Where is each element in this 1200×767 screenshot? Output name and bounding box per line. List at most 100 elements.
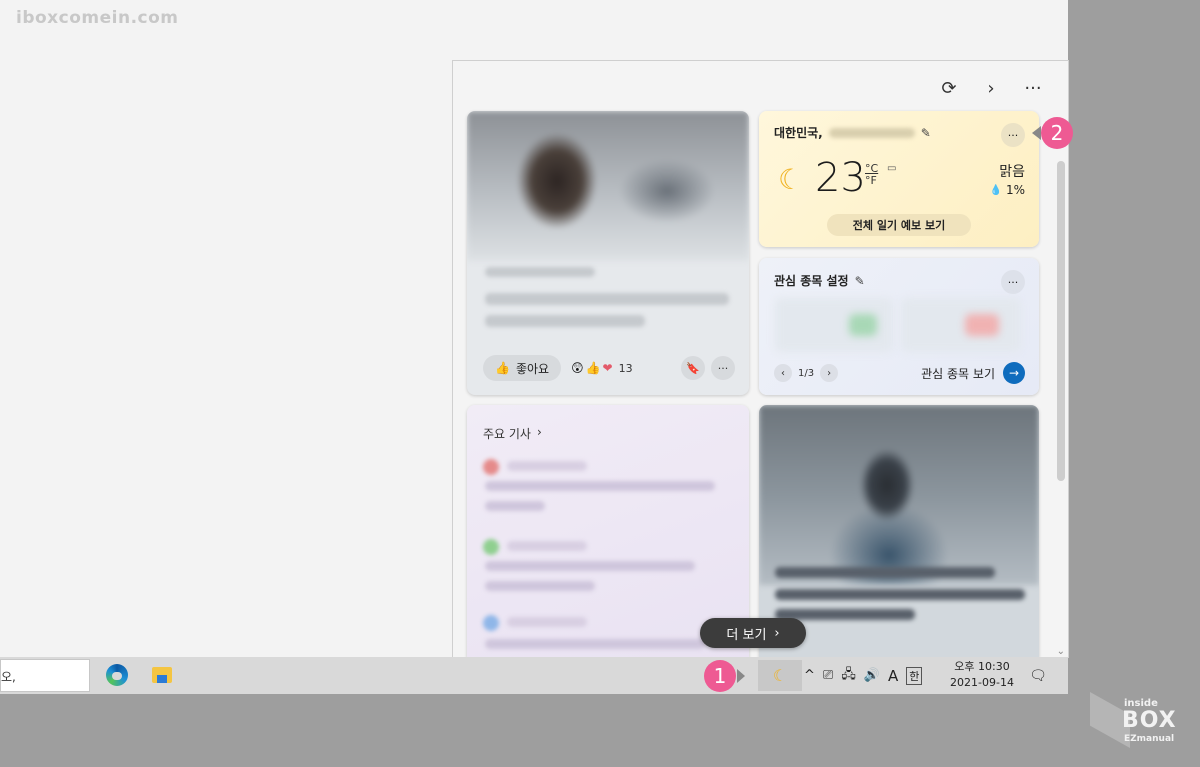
location-blurred [828,127,915,138]
surprised-emoji-icon: 😲 [571,361,584,375]
story-source-blurred [507,461,587,471]
weather-widget[interactable]: 대한민국, ✎ ··· ☾ 23 °C °F ▭ 맑음 💧 1% 전체 일기 예… [759,111,1039,247]
watchlist-title[interactable]: 관심 종목 설정 ✎ [774,272,865,289]
chevron-up-icon[interactable]: ^ [804,668,815,683]
file-explorer-button[interactable] [148,661,176,689]
ime-han-indicator[interactable]: 한 [906,666,923,685]
card-more-icon[interactable]: ··· [711,356,735,380]
reaction-count: 13 [618,361,633,375]
see-more-label: 더 보기 [726,627,767,643]
story-headline-blurred [485,581,595,591]
chevron-right-icon[interactable]: › [976,73,1006,103]
widgets-panel: ⟳ › ··· 👍 좋아요 😲 👍 ❤ 13 🔖 ··· 대한민국, ✎ ···… [452,60,1069,658]
chevron-right-icon: › [536,425,542,439]
top-stories-title: 주요 기사 [483,427,531,441]
news-actions: 👍 좋아요 😲 👍 ❤ 13 🔖 ··· [483,355,735,381]
logo-line3: EZmanual [1124,734,1175,744]
precipitation: 💧 1% [990,183,1026,197]
annotation-marker-1: 1 [704,660,736,692]
display-icon: ▭ [887,163,897,174]
story-source-blurred [507,617,587,627]
full-forecast-button[interactable]: 전체 일기 예보 보기 [827,214,971,236]
more-options-icon[interactable]: ··· [1018,73,1048,103]
unit-fahrenheit[interactable]: °F [865,175,878,187]
news-card[interactable]: 👍 좋아요 😲 👍 ❤ 13 🔖 ··· [467,111,749,395]
weather-location[interactable]: 대한민국, ✎ [774,124,931,141]
chevron-right-icon: › [774,625,780,641]
widgets-toolbar: ⟳ › ··· [934,61,1068,115]
story-source-blurred [507,541,587,551]
arrow-right-icon: → [1003,362,1025,384]
heart-emoji-icon: ❤ [602,361,613,375]
next-arrow-icon[interactable]: › [820,364,839,382]
top-stories-header[interactable]: 주요 기사 › [483,425,542,442]
clock-time: 오후 10:30 [954,660,1010,673]
news-headline-blurred [775,589,1025,600]
desktop-margin [1068,0,1200,767]
refresh-icon[interactable]: ⟳ [934,73,964,103]
marker-pointer [1032,126,1041,140]
weather-taskbar-button[interactable]: ☾ [758,660,802,691]
source-logo-blurred [483,459,499,475]
news-source-blurred [485,267,595,277]
clock-date: 2021-09-14 [950,676,1014,689]
taskbar: 오, ☾ ^ ⎚ 🖧 🔊 A 한 오후 10:30 2021-09-14 🗨 [0,657,1068,694]
taskbar-clock[interactable]: 오후 10:30 2021-09-14 [946,659,1018,691]
news-card[interactable] [759,405,1039,657]
bookmark-icon[interactable]: 🔖 [681,356,705,380]
watchlist-title-label: 관심 종목 설정 [774,274,849,288]
view-watchlist-label: 관심 종목 보기 [921,366,995,381]
location-label: 대한민국, [774,126,823,140]
notification-icon[interactable]: 🗨 [1026,664,1050,688]
pencil-icon[interactable]: ✎ [921,126,931,140]
watchlist-more-button[interactable]: ··· [1001,270,1025,294]
panel-scrollbar[interactable]: ⌄ [1054,161,1068,657]
news-image [467,111,749,261]
stock-chart-blurred [849,314,877,336]
network-icon[interactable]: 🖧 [841,665,856,687]
scroll-thumb[interactable] [1057,161,1065,481]
prev-arrow-icon[interactable]: ‹ [774,364,792,382]
scroll-down-icon[interactable]: ⌄ [1057,646,1065,657]
story-headline-blurred [485,481,715,491]
insidebox-logo: inside BOX EZmanual [1090,690,1186,752]
precipitation-value: 1% [1005,183,1025,197]
source-logo-blurred [483,539,499,555]
watchlist-pager: ‹ 1/3 › [774,364,839,382]
reactions[interactable]: 😲 👍 ❤ 13 [571,361,633,375]
watchlist-widget[interactable]: 관심 종목 설정 ✎ ··· ‹ 1/3 › 관심 종목 보기 → [759,258,1039,395]
thumbs-up-icon: 👍 [495,361,510,375]
temperature: 23 [815,155,866,201]
edge-icon [106,664,128,686]
folder-icon [152,667,172,683]
system-tray: ^ ⎚ 🖧 🔊 A 한 [804,657,923,694]
view-watchlist-link[interactable]: 관심 종목 보기 → [921,362,1025,384]
edge-app-button[interactable] [103,661,131,689]
like-button[interactable]: 👍 좋아요 [483,355,562,381]
moon-icon: ☾ [778,163,804,196]
weather-more-button[interactable]: ··· [1001,123,1025,147]
unit-switch[interactable]: °C °F [865,163,878,187]
thumbs-emoji-icon: 👍 [585,361,601,375]
see-more-button[interactable]: 더 보기 › [700,618,806,648]
ime-mode-indicator[interactable]: A [888,667,898,685]
story-headline-blurred [485,501,545,511]
story-headline-blurred [485,561,695,571]
source-logo-blurred [483,615,499,631]
marker-pointer [737,669,745,683]
news-headline-blurred [775,567,995,578]
news-headline-blurred [485,315,645,327]
page-indicator: 1/3 [798,367,815,379]
volume-icon[interactable]: 🔊 [864,668,880,683]
story-headline-blurred [485,639,705,649]
pencil-icon[interactable]: ✎ [855,274,865,288]
raindrop-icon: 💧 [989,184,1002,196]
camera-icon[interactable]: ⎚ [823,668,833,683]
annotation-marker-2: 2 [1041,117,1073,149]
taskbar-search-box[interactable]: 오, [0,659,90,692]
logo-line2: BOX [1122,708,1177,733]
site-watermark: iboxcomein.com [16,8,179,28]
weather-condition: 맑음 [999,164,1025,180]
stock-chart-blurred [965,314,999,336]
news-image [759,405,1039,585]
